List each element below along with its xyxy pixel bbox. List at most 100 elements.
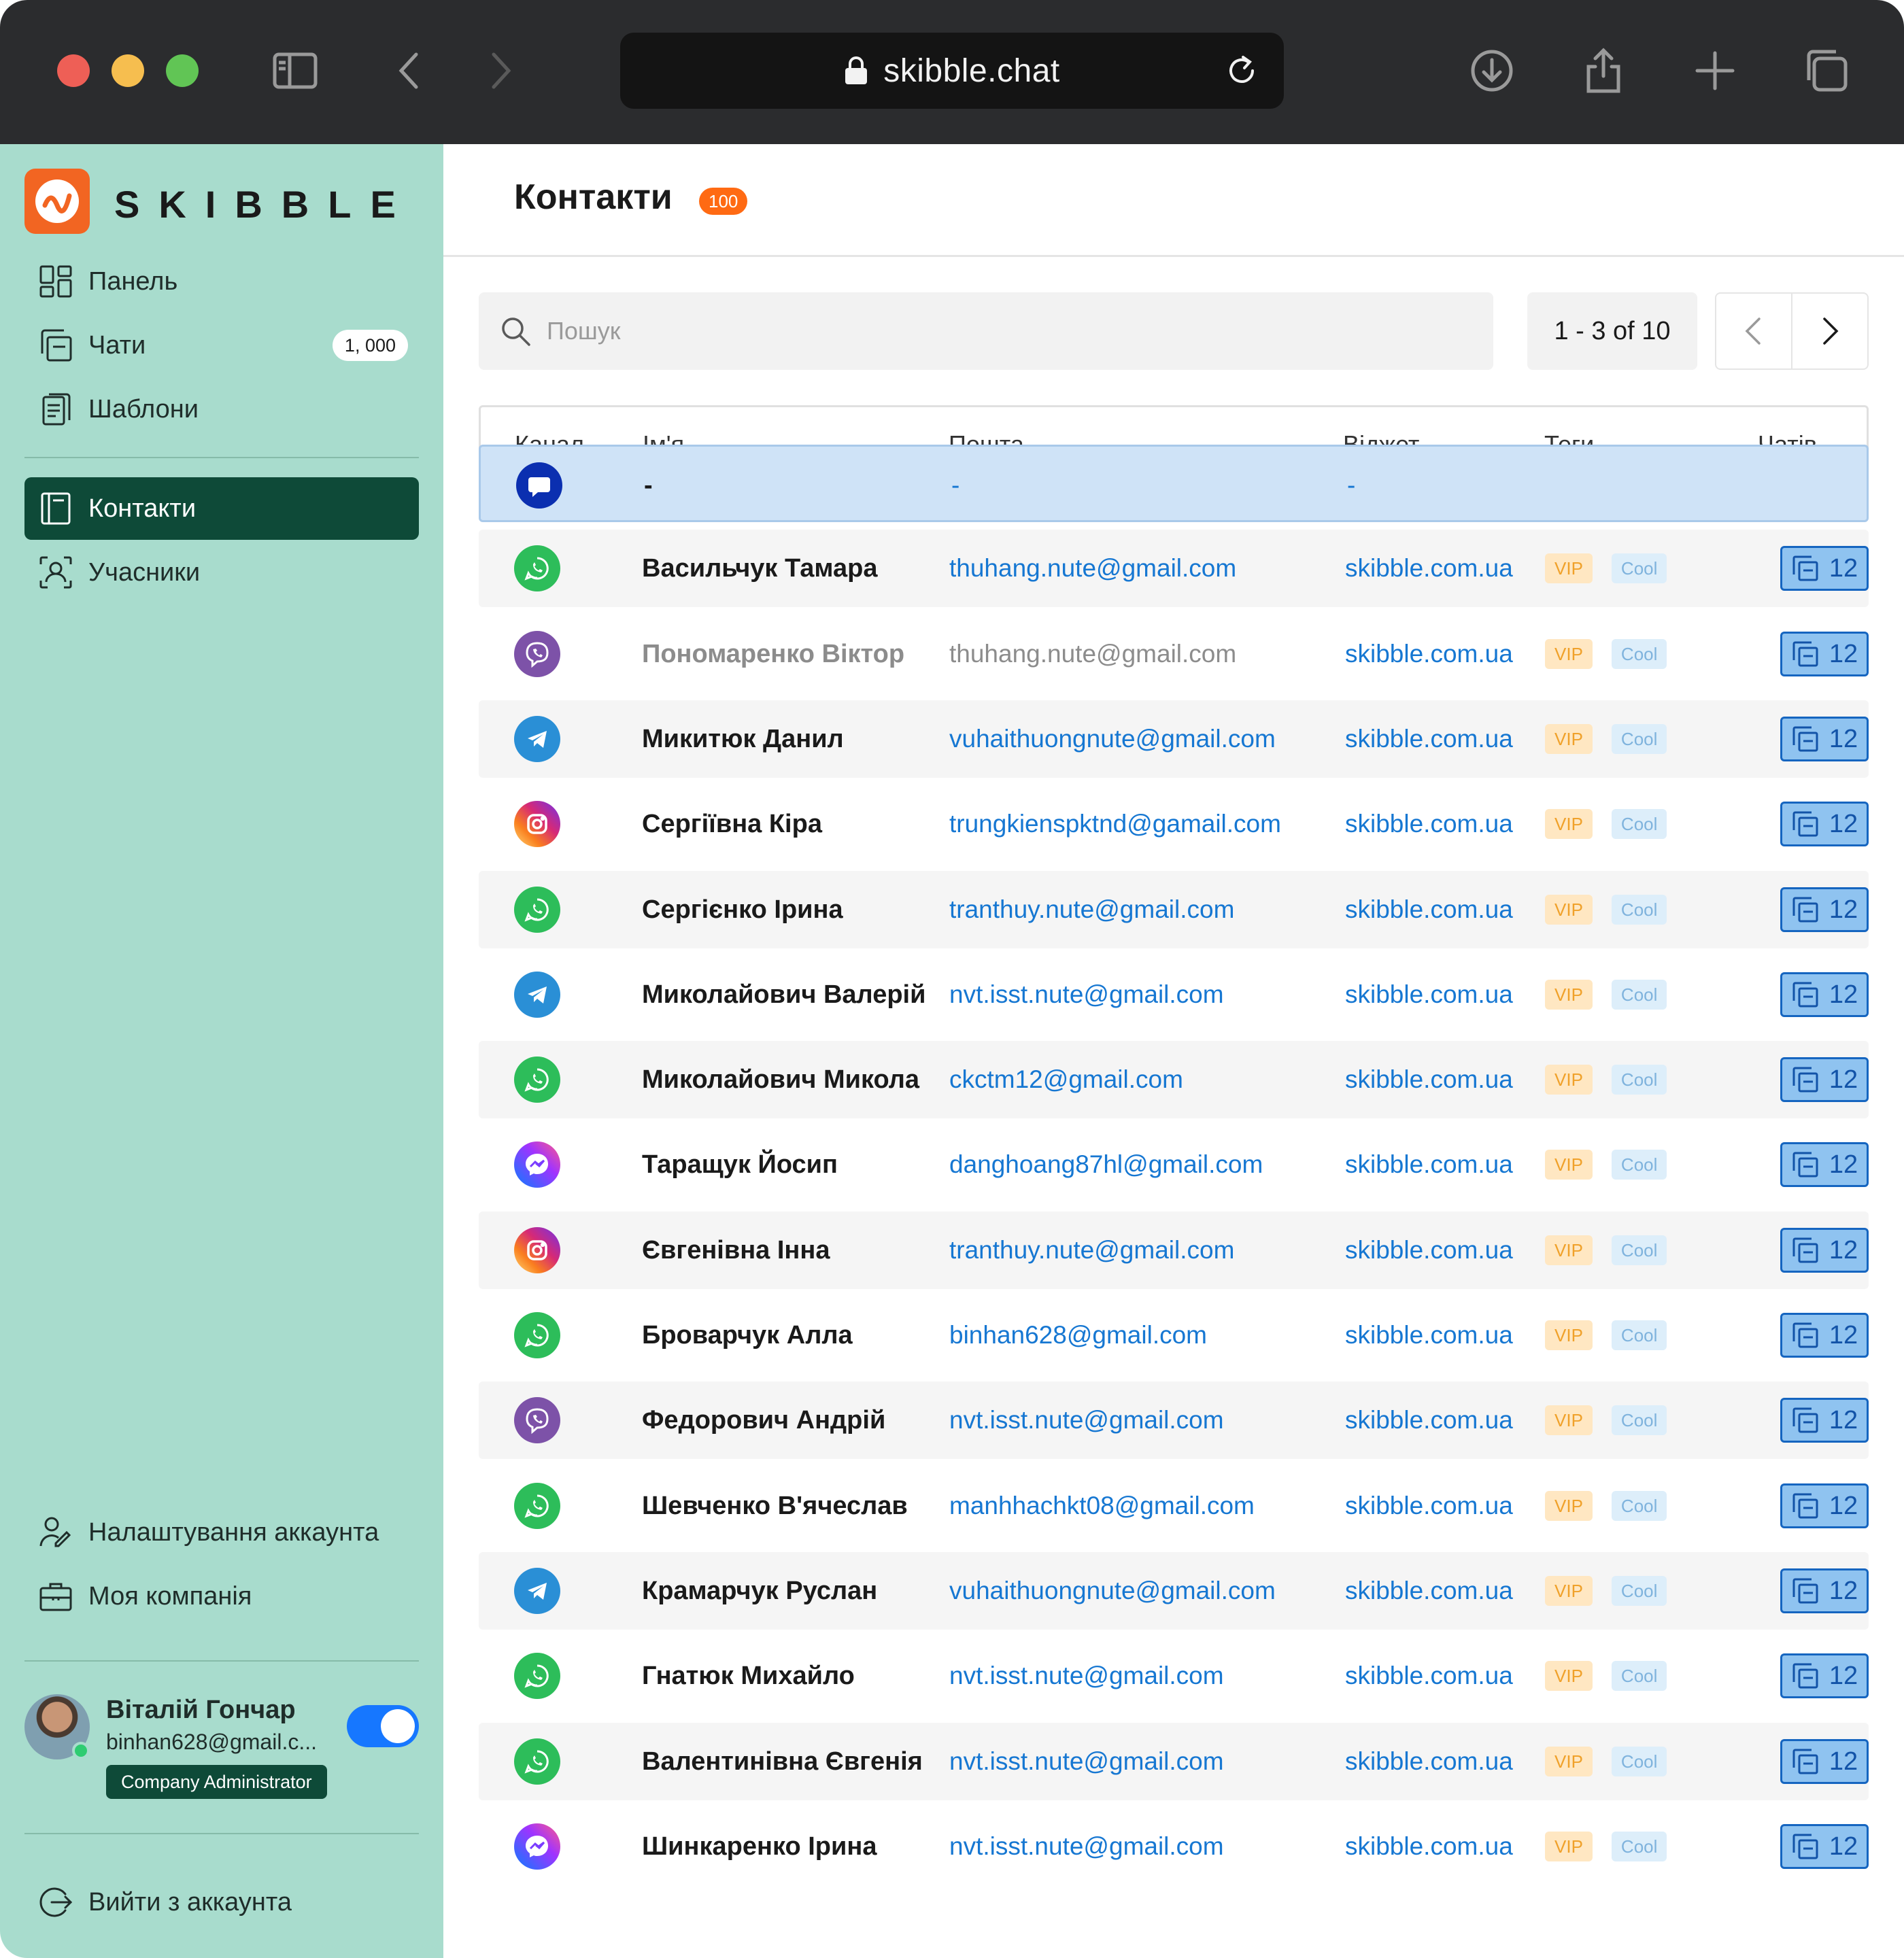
open-chats-button[interactable]: 12	[1780, 1313, 1869, 1358]
close-window-button[interactable]	[57, 54, 90, 87]
sidebar-item-my-company[interactable]: Моя компанія	[24, 1565, 419, 1628]
sidebar-item-templates[interactable]: Шаблони	[24, 378, 419, 441]
table-row[interactable]: Шевченко В'ячеслав manhhachkt08@gmail.com…	[479, 1467, 1869, 1545]
sidebar-toggle-icon[interactable]	[265, 41, 325, 101]
open-chats-button[interactable]: 12	[1780, 972, 1869, 1017]
open-chats-button[interactable]: 12	[1780, 632, 1869, 676]
sidebar-item-members[interactable]: Учасники	[24, 541, 419, 604]
widget-link[interactable]: skibble.com.ua	[1345, 1212, 1513, 1289]
reload-icon[interactable]	[1223, 52, 1261, 90]
open-chats-button[interactable]: 12	[1780, 1228, 1869, 1273]
table-row[interactable]: Васильчук Тамара thuhang.nute@gmail.com sk…	[479, 530, 1869, 607]
contact-email-link[interactable]: danghoang87hl@gmail.com	[949, 1126, 1263, 1203]
instagram-icon	[514, 801, 560, 847]
table-row[interactable]: Миколайович Валерій nvt.isst.nute@gmail.c…	[479, 956, 1869, 1033]
open-chats-button[interactable]: 12	[1780, 546, 1869, 591]
contact-email-link[interactable]: nvt.isst.nute@gmail.com	[949, 956, 1224, 1033]
widget-link[interactable]: skibble.com.ua	[1345, 1126, 1513, 1203]
widget-link[interactable]: skibble.com.ua	[1345, 956, 1513, 1033]
channel-cell	[514, 1723, 560, 1800]
table-row[interactable]: Євгенівна Інна tranthuy.nute@gmail.com ski…	[479, 1212, 1869, 1289]
contact-email-link[interactable]: thuhang.nute@gmail.com	[949, 530, 1236, 607]
open-chats-button[interactable]: 12	[1780, 1483, 1869, 1528]
table-row[interactable]: Броварчук Алла binhan628@gmail.com skibble…	[479, 1296, 1869, 1374]
widget-link[interactable]: skibble.com.ua	[1345, 700, 1513, 778]
contact-email-link[interactable]: -	[951, 447, 959, 524]
logout-button[interactable]: Вийти з аккаунта	[24, 1871, 419, 1934]
address-bar[interactable]: skibble.chat	[620, 33, 1284, 109]
contact-email-link[interactable]: nvt.isst.nute@gmail.com	[949, 1637, 1224, 1715]
table-row[interactable]: Валентинівна Євгенія nvt.isst.nute@gmail.…	[479, 1723, 1869, 1800]
forward-icon[interactable]	[469, 41, 529, 101]
avatar[interactable]	[24, 1694, 90, 1759]
table-row[interactable]: Крамарчук Руслан vuhaithuongnute@gmail.co…	[479, 1552, 1869, 1630]
availability-toggle[interactable]	[347, 1705, 419, 1747]
contact-email-link[interactable]: vuhaithuongnute@gmail.com	[949, 1552, 1276, 1630]
table-row[interactable]: Федорович Андрій nvt.isst.nute@gmail.com s…	[479, 1381, 1869, 1459]
messenger-icon	[514, 1141, 560, 1188]
widget-link[interactable]: skibble.com.ua	[1345, 1637, 1513, 1715]
widget-link[interactable]: skibble.com.ua	[1345, 1467, 1513, 1545]
previous-page-button[interactable]	[1715, 292, 1792, 370]
sidebar-item-chats[interactable]: Чати 1, 000	[24, 314, 419, 377]
widget-link[interactable]: skibble.com.ua	[1345, 785, 1513, 863]
table-row[interactable]: Сергіївна Кіра trungkienspktnd@gamail.com…	[479, 785, 1869, 863]
table-row[interactable]: Сергієнко Ірина tranthuy.nute@gmail.com sk…	[479, 871, 1869, 948]
table-row[interactable]: Гнатюк Михайло nvt.isst.nute@gmail.com ski…	[479, 1637, 1869, 1715]
open-chats-button[interactable]: 12	[1780, 1398, 1869, 1443]
open-chats-button[interactable]: 12	[1780, 1824, 1869, 1869]
contact-email-link[interactable]: manhhachkt08@gmail.com	[949, 1467, 1255, 1545]
table-row[interactable]: ---	[479, 445, 1869, 522]
contact-email-link[interactable]: tranthuy.nute@gmail.com	[949, 1212, 1234, 1289]
widget-link[interactable]: skibble.com.ua	[1345, 615, 1513, 693]
open-chats-button[interactable]: 12	[1780, 1739, 1869, 1784]
search-input[interactable]: Пошук	[479, 292, 1493, 370]
widget-link[interactable]: skibble.com.ua	[1345, 1723, 1513, 1800]
open-chats-button[interactable]: 12	[1780, 802, 1869, 846]
contact-email-link[interactable]: trungkienspktnd@gamail.com	[949, 785, 1281, 863]
contact-email-link[interactable]: nvt.isst.nute@gmail.com	[949, 1808, 1224, 1885]
widget-link[interactable]: skibble.com.ua	[1345, 1041, 1513, 1118]
open-chats-button[interactable]: 12	[1780, 1653, 1869, 1698]
share-icon[interactable]	[1574, 41, 1633, 101]
sidebar-item-label: Налаштування аккаунта	[88, 1517, 379, 1547]
download-icon[interactable]	[1462, 41, 1522, 101]
widget-link[interactable]: skibble.com.ua	[1345, 1552, 1513, 1630]
widget-link[interactable]: skibble.com.ua	[1345, 871, 1513, 948]
contact-email-link[interactable]: binhan628@gmail.com	[949, 1296, 1207, 1374]
minimize-window-button[interactable]	[112, 54, 144, 87]
contact-email-link[interactable]: thuhang.nute@gmail.com	[949, 615, 1236, 693]
sidebar-item-dashboard[interactable]: Панель	[24, 250, 419, 313]
new-tab-icon[interactable]	[1685, 41, 1745, 101]
sidebar-item-account-settings[interactable]: Налаштування аккаунта	[24, 1501, 419, 1564]
sidebar-item-contacts[interactable]: Контакти	[24, 477, 419, 540]
contact-email-link[interactable]: nvt.isst.nute@gmail.com	[949, 1381, 1224, 1459]
next-page-button[interactable]	[1791, 292, 1869, 370]
maximize-window-button[interactable]	[166, 54, 199, 87]
tabs-overview-icon[interactable]	[1797, 41, 1856, 101]
chats-count: 12	[1829, 1320, 1858, 1350]
open-chats-button[interactable]: 12	[1780, 1568, 1869, 1613]
widget-link[interactable]: skibble.com.ua	[1345, 530, 1513, 607]
contact-email-link[interactable]: vuhaithuongnute@gmail.com	[949, 700, 1276, 778]
contact-email-link[interactable]: tranthuy.nute@gmail.com	[949, 871, 1234, 948]
widget-link[interactable]: skibble.com.ua	[1345, 1808, 1513, 1885]
tag-badge: VIP	[1545, 1747, 1593, 1776]
open-chats-button[interactable]: 12	[1780, 717, 1869, 761]
open-chats-button[interactable]: 12	[1780, 1142, 1869, 1187]
open-chats-button[interactable]: 12	[1780, 887, 1869, 932]
widget-link[interactable]: -	[1347, 447, 1355, 524]
table-row[interactable]: Таращук Йосип danghoang87hl@gmail.com skib…	[479, 1126, 1869, 1203]
viber-icon	[514, 1397, 560, 1443]
contact-email-link[interactable]: nvt.isst.nute@gmail.com	[949, 1723, 1224, 1800]
table-row[interactable]: Пономаренко Віктор thuhang.nute@gmail.com…	[479, 615, 1869, 693]
table-row[interactable]: Микитюк Данил vuhaithuongnute@gmail.com sk…	[479, 700, 1869, 778]
widget-link[interactable]: skibble.com.ua	[1345, 1381, 1513, 1459]
back-icon[interactable]	[381, 41, 441, 101]
table-row[interactable]: Шинкаренко Ірина nvt.isst.nute@gmail.com s…	[479, 1808, 1869, 1885]
table-row[interactable]: Миколайович Микола ckctm12@gmail.com skibb…	[479, 1041, 1869, 1118]
instagram-icon	[514, 1227, 560, 1273]
contact-email-link[interactable]: ckctm12@gmail.com	[949, 1041, 1183, 1118]
widget-link[interactable]: skibble.com.ua	[1345, 1296, 1513, 1374]
open-chats-button[interactable]: 12	[1780, 1057, 1869, 1102]
